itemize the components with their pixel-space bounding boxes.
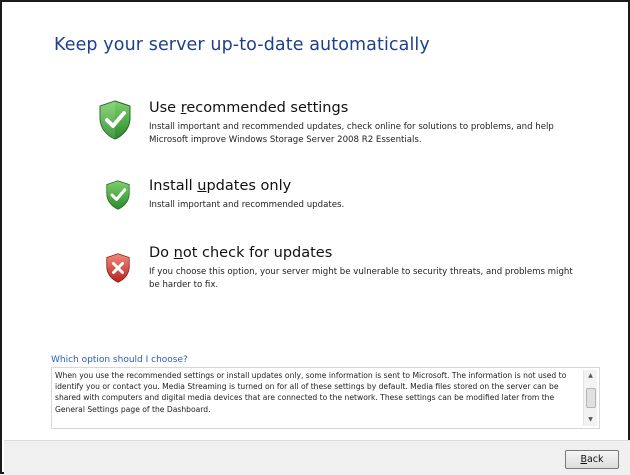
info-textbox[interactable]: When you use the recommended settings or… (51, 367, 600, 429)
setup-window: Keep your server up-to-date automaticall… (0, 0, 630, 475)
help-link[interactable]: Which option should I choose? (51, 355, 188, 365)
shield-check-icon (106, 180, 130, 210)
scroll-up-icon[interactable]: ▲ (584, 370, 597, 382)
option-description: If you choose this option, your server m… (149, 267, 573, 290)
scroll-down-icon[interactable]: ▼ (584, 414, 597, 426)
option-title: Install updates only (149, 178, 292, 194)
vertical-scrollbar[interactable]: ▲ ▼ (583, 370, 597, 426)
shield-x-icon (106, 253, 130, 283)
option-title: Do not check for updates (149, 245, 333, 261)
info-text: When you use the recommended settings or… (55, 371, 567, 414)
option-description: Install important and recommended update… (149, 122, 554, 145)
option-recommended-settings[interactable]: Use recommended settings Install importa… (98, 100, 578, 160)
page-title: Keep your server up-to-date automaticall… (54, 35, 430, 55)
option-description: Install important and recommended update… (149, 200, 345, 210)
back-button[interactable]: Back (565, 450, 619, 469)
option-install-updates-only[interactable]: Install updates only Install important a… (98, 178, 578, 238)
footer-bar: Back (4, 440, 630, 475)
scroll-thumb[interactable] (586, 388, 596, 408)
option-title: Use recommended settings (149, 100, 349, 116)
option-do-not-check[interactable]: Do not check for updates If you choose t… (98, 245, 578, 305)
shield-check-icon (99, 100, 131, 140)
